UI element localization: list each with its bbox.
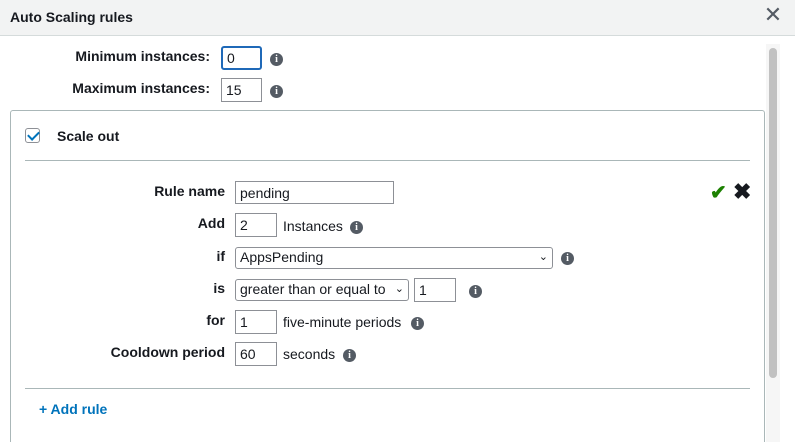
cooldown-unit-label: seconds — [283, 346, 336, 362]
metric-select-value: AppsPending — [240, 249, 324, 265]
delete-icon[interactable]: ✖ — [733, 179, 751, 205]
for-label: for — [206, 312, 225, 328]
operator-select-value: greater than or equal to — [240, 281, 386, 297]
max-instances-label: Maximum instances: — [72, 80, 210, 96]
metric-select[interactable]: AppsPending ⌄ — [235, 247, 553, 269]
is-label: is — [213, 280, 225, 296]
add-rule-link[interactable]: + Add rule — [39, 401, 107, 417]
periods-input[interactable] — [235, 310, 277, 334]
add-info-icon[interactable]: i — [350, 221, 363, 234]
check-icon[interactable]: ✔ — [710, 180, 727, 205]
operator-select[interactable]: greater than or equal to ⌄ — [235, 279, 409, 301]
instances-unit-label: Instances — [283, 218, 343, 234]
min-instances-label: Minimum instances: — [75, 48, 210, 64]
scale-out-checkbox[interactable] — [25, 128, 40, 143]
dialog-title: Auto Scaling rules — [10, 9, 133, 25]
scale-out-label: Scale out — [57, 128, 120, 144]
panel-divider-bottom — [25, 388, 750, 389]
rule-name-label: Rule name — [154, 183, 225, 199]
if-info-icon[interactable]: i — [561, 252, 574, 265]
chevron-down-icon: ⌄ — [538, 251, 548, 263]
rule-name-input[interactable] — [235, 181, 394, 204]
for-info-icon[interactable]: i — [411, 317, 424, 330]
chevron-down-icon: ⌄ — [394, 283, 404, 295]
is-info-icon[interactable]: i — [469, 285, 482, 298]
cooldown-input[interactable] — [235, 342, 277, 366]
max-instances-info-icon[interactable]: i — [270, 85, 283, 98]
min-instances-info-icon[interactable]: i — [270, 53, 283, 66]
add-instances-input[interactable] — [235, 213, 277, 237]
dialog-header: Auto Scaling rules ✕ — [0, 0, 795, 36]
max-instances-input[interactable] — [221, 78, 262, 102]
cooldown-label: Cooldown period — [110, 344, 225, 360]
min-instances-input[interactable] — [221, 46, 262, 70]
scrollbar-thumb[interactable] — [769, 48, 777, 378]
if-label: if — [216, 248, 225, 264]
periods-unit-label: five-minute periods — [283, 314, 402, 330]
cooldown-info-icon[interactable]: i — [343, 349, 356, 362]
panel-divider-top — [25, 160, 750, 161]
add-label: Add — [197, 215, 225, 231]
threshold-input[interactable] — [414, 278, 456, 302]
close-icon[interactable]: ✕ — [763, 4, 783, 26]
